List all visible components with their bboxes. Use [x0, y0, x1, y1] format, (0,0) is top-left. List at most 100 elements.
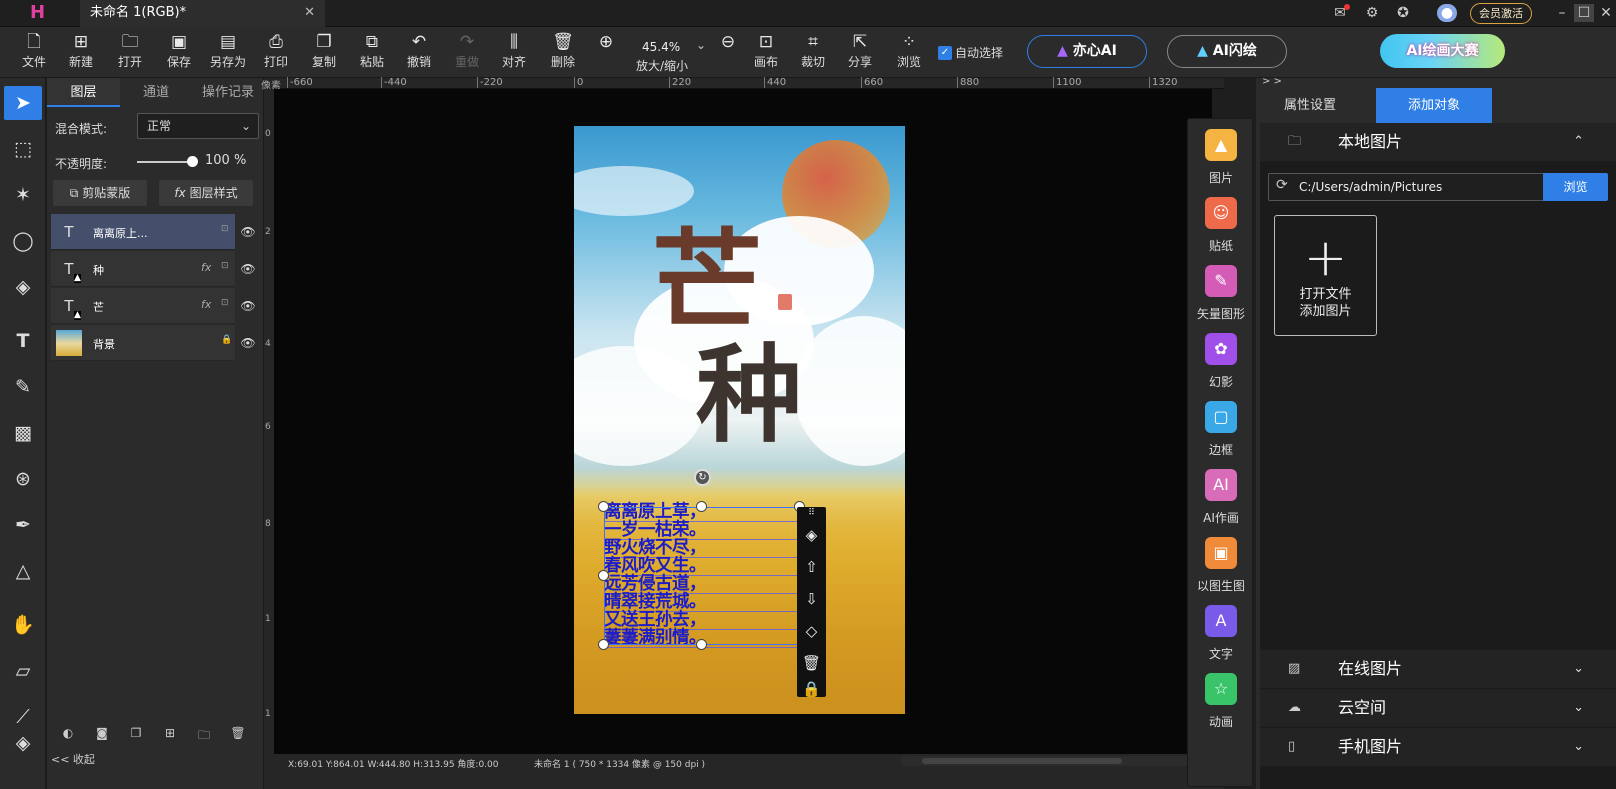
visibility-eye-icon[interactable]: 👁	[239, 251, 257, 287]
layers-toggle-icon[interactable]: ◈	[4, 726, 42, 760]
lock-icon[interactable]: 🔒	[221, 335, 232, 345]
zoom-value[interactable]: 45.4%	[642, 40, 680, 54]
minimize-icon[interactable]: –	[1552, 4, 1572, 22]
magic-wand-tool-icon[interactable]: ✶	[4, 178, 42, 212]
compass-icon[interactable]: ✪	[1393, 4, 1413, 22]
send-to-back-icon[interactable]: ◇	[797, 615, 826, 647]
asset-sticker-button[interactable]: ☺ 贴纸	[1192, 197, 1250, 265]
text-tool-icon[interactable]: T	[4, 324, 42, 358]
delete-layer-icon[interactable]: 🗑	[229, 726, 247, 744]
pen-tool-icon[interactable]: ✒	[4, 508, 42, 542]
opacity-slider-knob[interactable]	[187, 156, 198, 167]
user-avatar-icon[interactable]: ●	[1437, 4, 1457, 22]
resize-handle[interactable]	[696, 501, 707, 512]
resize-handle[interactable]	[598, 570, 609, 581]
adjustment-icon[interactable]: ◐	[59, 726, 77, 744]
section-local-images[interactable]: 🗀 本地图片 ⌃	[1260, 123, 1616, 161]
layer-row[interactable]: T 离离原上... ⊡	[51, 214, 235, 250]
tab-add-object[interactable]: 添加对象	[1376, 88, 1492, 123]
send-backward-icon[interactable]: ⇩	[797, 583, 826, 615]
scrollbar-thumb[interactable]	[922, 758, 1122, 764]
vip-activate-button[interactable]: 会员激活	[1470, 3, 1532, 24]
share-button[interactable]: ⇱ 分享	[838, 30, 882, 76]
ai-contest-banner[interactable]: AI绘画大赛	[1380, 34, 1505, 68]
visibility-eye-icon[interactable]: 👁	[239, 288, 257, 324]
new-group-icon[interactable]: 🗀	[195, 726, 213, 744]
crop-button[interactable]: ⌗ 裁切	[791, 30, 835, 76]
asset-image-button[interactable]: ▲ 图片	[1192, 129, 1250, 197]
browse-path-button[interactable]: 浏览	[1543, 173, 1608, 201]
print-button[interactable]: ⎙ 打印	[254, 30, 298, 76]
zoom-out-button[interactable]: ⊖	[710, 30, 746, 76]
tab-channels[interactable]: 通道	[120, 78, 192, 107]
visibility-eye-icon[interactable]: 👁	[239, 214, 257, 250]
unlock-icon[interactable]: ⊡	[221, 298, 229, 308]
asset-frame-button[interactable]: ▢ 边框	[1192, 401, 1250, 469]
collapse-panel-button[interactable]: << 收起	[51, 751, 95, 767]
shape-tool-icon[interactable]: △	[4, 554, 42, 588]
mail-icon[interactable]: ✉	[1330, 4, 1350, 22]
fx-icon[interactable]: fx	[201, 261, 211, 274]
undo-button[interactable]: ↶ 撤销	[397, 30, 441, 76]
resize-handle[interactable]	[598, 501, 609, 512]
ai-flash-button[interactable]: ▲ AI闪绘	[1167, 35, 1287, 68]
close-window-icon[interactable]: ✕	[1596, 4, 1616, 22]
clip-mask-button[interactable]: ⧉ 剪贴蒙版	[53, 180, 147, 206]
open-button[interactable]: 🗀 打开	[108, 30, 152, 76]
yixin-ai-button[interactable]: ▲ 亦心AI	[1027, 35, 1147, 68]
new-button[interactable]: ⊞ 新建	[59, 30, 103, 76]
section-phone-images[interactable]: ▯ 手机图片 ⌄	[1260, 728, 1616, 766]
duplicate-layer-icon[interactable]: ❐	[127, 726, 145, 744]
save-as-button[interactable]: ▤ 另存为	[204, 30, 252, 76]
layer-row[interactable]: T ▲ 种 fx ⊡	[51, 251, 235, 287]
poster-title-mang[interactable]: 芒	[652, 222, 762, 342]
section-online-images[interactable]: ▨ 在线图片 ⌄	[1260, 650, 1616, 688]
copy-button[interactable]: ❐ 复制	[302, 30, 346, 76]
section-cloud-space[interactable]: ☁ 云空间 ⌄	[1260, 689, 1616, 727]
visibility-eye-icon[interactable]: 👁	[239, 325, 257, 361]
browse-button[interactable]: ⁘ 浏览	[887, 30, 931, 76]
zoom-dropdown-chevron-icon[interactable]: ⌄	[696, 38, 706, 52]
lock-object-icon[interactable]: 🔒	[797, 673, 826, 705]
bring-forward-icon[interactable]: ⇧	[797, 551, 826, 583]
resize-handle[interactable]	[696, 639, 707, 650]
document-tab[interactable]: 未命名 1(RGB)* ✕	[80, 0, 325, 27]
move-tool-icon[interactable]: ➤	[4, 86, 42, 120]
paste-button[interactable]: ⧉ 粘贴	[350, 30, 394, 76]
layer-style-button[interactable]: fx 图层样式	[159, 180, 253, 206]
marquee-tool-icon[interactable]: ⬚	[4, 132, 42, 166]
tab-history[interactable]: 操作记录	[192, 78, 264, 107]
drag-grip-icon[interactable]: ⠿	[797, 507, 826, 519]
horizontal-scrollbar[interactable]	[900, 756, 1210, 766]
stamp-tool-icon[interactable]: ⊛	[4, 462, 42, 496]
transform-tool-icon[interactable]: ▱	[4, 654, 42, 688]
tab-layers[interactable]: 图层	[47, 78, 120, 107]
mask-icon[interactable]: ◙	[93, 726, 111, 744]
new-layer-icon[interactable]: ⊞	[161, 726, 179, 744]
asset-ai-paint-button[interactable]: AI AI作画	[1192, 469, 1250, 537]
asset-animation-button[interactable]: ☆ 动画	[1192, 673, 1250, 741]
file-menu-button[interactable]: 🗋 文件	[12, 30, 56, 76]
layer-row[interactable]: T ▲ 芒 fx ⊡	[51, 288, 235, 324]
asset-vector-button[interactable]: ✎ 矢量图形	[1192, 265, 1250, 333]
eraser-tool-icon[interactable]: ▩	[4, 416, 42, 450]
unlock-icon[interactable]: ⊡	[221, 261, 229, 271]
asset-phantom-button[interactable]: ✿ 幻影	[1192, 333, 1250, 401]
maximize-icon[interactable]: ☐	[1574, 4, 1594, 22]
canvas-button[interactable]: ⊡ 画布	[744, 30, 788, 76]
blend-mode-select[interactable]: 正常 ⌄	[137, 113, 259, 139]
asset-img2img-button[interactable]: ▣ 以图生图	[1192, 537, 1250, 605]
rotate-handle-icon[interactable]: ↻	[694, 469, 711, 486]
layer-row[interactable]: 背景 🔒	[51, 325, 235, 361]
refresh-icon[interactable]: ⟳	[1276, 177, 1288, 193]
settings-icon[interactable]: ⚙	[1362, 4, 1382, 22]
close-tab-icon[interactable]: ✕	[304, 0, 315, 26]
zoom-in-button[interactable]: ⊕	[588, 30, 624, 76]
align-button[interactable]: ⫼ 对齐	[492, 30, 536, 76]
delete-button[interactable]: 🗑 删除	[541, 30, 585, 76]
resize-handle[interactable]	[598, 639, 609, 650]
collapse-right-panel[interactable]: > >	[1262, 76, 1282, 87]
hand-tool-icon[interactable]: ✋	[4, 608, 42, 642]
redo-button[interactable]: ↷ 重做	[445, 30, 489, 76]
asset-text-button[interactable]: A 文字	[1192, 605, 1250, 673]
